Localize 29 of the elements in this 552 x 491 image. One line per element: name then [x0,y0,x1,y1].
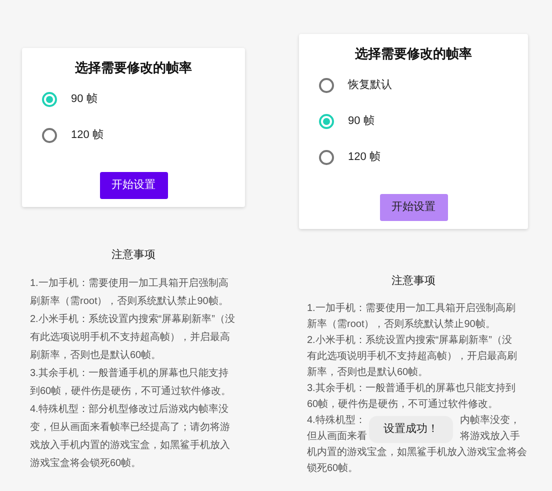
note-paragraph: 3.其余手机：一般普通手机的屏幕也只能支持到60帧，硬件伤是硬伤，不可通过软件修改。 [30,366,232,399]
radio-button[interactable] [319,150,334,165]
radio-button[interactable] [319,78,334,93]
option-label: 120 帧 [348,150,380,166]
radio-button[interactable] [319,114,334,129]
note-paragraph: 2.小米手机：系统设置内搜索“屏幕刷新率”（没有此选项说明手机不支持超高帧），开启最高刷新率，否则也是默认60帧。 [307,334,518,380]
note-paragraph: 2.小米手机：系统设置内搜索“屏幕刷新率”（没有此选项说明手机不支持超高帧），并启最高刷新率，否则也是默认60帧。 [30,312,236,363]
note-paragraph: 4.特殊机型：部分机型修改过后游戏内帧率没变，但从画面来看帧率已经提高了；请勿将游戏放入手机内置的游戏宝盒，如黑鲨手机放入游戏宝盒将会锁死60帧。 [30,402,231,471]
option-label: 90 帧 [71,92,98,108]
note-text: 4.特殊机型： [307,414,366,428]
option-label: 120 帧 [71,128,104,144]
note-paragraph: 1.一加手机：需要使用一加工具箱开启强制高刷新率（需root），否则系统默认禁止90帧。 [307,302,516,332]
note-text: 内帧率没变， [460,414,520,428]
option-label: 90 帧 [348,114,374,130]
note-text: 但从画面来看 [307,430,367,444]
option-label: 恢复默认 [348,78,392,94]
note-paragraph: 1.一加手机：需要使用一加工具箱开启强制高刷新率（需root），否则系统默认禁止90帧。 [30,276,230,309]
note-text: 锁死60帧。 [307,462,358,476]
note-text: 机内置的游戏宝盒，如黑鲨手机放入游戏宝盒将会 [307,446,527,460]
radio-button[interactable] [42,128,57,143]
radio-button[interactable] [42,92,57,107]
card-title: 选择需要修改的帧率 [74,59,193,77]
card-title: 选择需要修改的帧率 [354,45,473,63]
start-button[interactable]: 开始设置 [100,172,168,198]
notes-title: 注意事项 [110,248,156,262]
note-text: 将游戏放入手 [460,430,520,444]
notes-title: 注意事项 [390,274,436,288]
note-paragraph: 3.其余手机：一般普通手机的屏幕也只能支持到60帧，硬件伤是硬伤，不可通过软件修改。 [307,382,516,412]
toast: 设置成功！ [369,416,453,443]
